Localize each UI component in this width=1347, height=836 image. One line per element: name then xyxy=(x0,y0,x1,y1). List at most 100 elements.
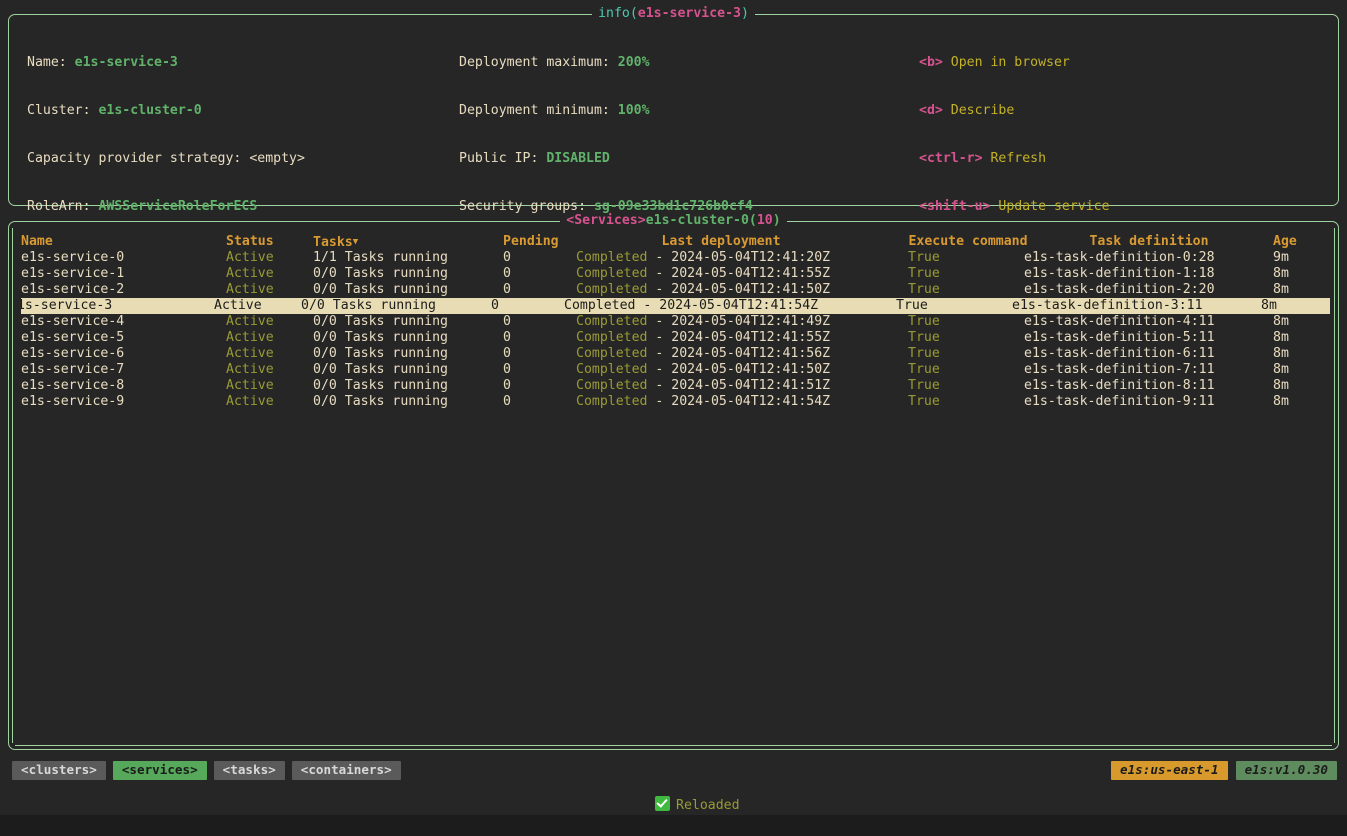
cell-execute-command: True xyxy=(908,346,1028,362)
cell-last-deployment: Completed - 2024-05-04T12:41:51Z xyxy=(576,378,866,394)
shortcut-open-in-browser[interactable]: <b> Open in browser xyxy=(919,55,1276,71)
info-row-deployment-maximum: Deployment maximum: 200% xyxy=(459,55,856,71)
cell-tasks: 0/0 Tasks running xyxy=(313,394,478,410)
cell-last-deployment: Completed - 2024-05-04T12:41:56Z xyxy=(576,346,866,362)
cell-last-deployment: Completed - 2024-05-04T12:41:50Z xyxy=(576,362,866,378)
column-header-pending[interactable]: Pending xyxy=(503,234,563,250)
cell-execute-command: True xyxy=(896,298,1016,314)
cell-status: Active xyxy=(226,330,316,346)
cell-pending: 0 xyxy=(503,362,563,378)
cell-service-name: e1s-service-4 xyxy=(21,314,221,330)
cell-service-name: e1s-service-5 xyxy=(21,330,221,346)
shortcut-refresh[interactable]: <ctrl-r> Refresh xyxy=(919,151,1276,167)
cell-age: 8m xyxy=(1273,378,1330,394)
cell-pending: 0 xyxy=(503,378,563,394)
info-row-rolearn: RoleArn: AWSServiceRoleForECS xyxy=(27,199,353,215)
info-title-service-name: e1s-service-3 xyxy=(638,6,741,21)
cell-service-name: e1s-service-2 xyxy=(21,282,221,298)
cell-last-deployment: Completed - 2024-05-04T12:41:55Z xyxy=(576,330,866,346)
table-row[interactable]: e1s-service-6 Active 0/0 Tasks running 0… xyxy=(21,346,1330,362)
cell-age: 8m xyxy=(1273,314,1330,330)
info-row-deployment-minimum: Deployment minimum: 100% xyxy=(459,103,856,119)
cell-service-name: e1s-service-3 xyxy=(21,298,209,314)
cell-age: 8m xyxy=(1273,330,1330,346)
cell-service-name: e1s-service-9 xyxy=(21,394,221,410)
cell-task-definition: e1s-task-definition-3:11 xyxy=(1012,298,1262,314)
cell-pending: 0 xyxy=(503,330,563,346)
cell-last-deployment: Completed - 2024-05-04T12:41:54Z xyxy=(564,298,854,314)
info-title-prefix: info( xyxy=(598,6,638,21)
info-panel-title: info(e1s-service-3) xyxy=(9,6,1338,22)
cell-status: Active xyxy=(226,266,316,282)
cell-execute-command: True xyxy=(908,250,1028,266)
cell-task-definition: e1s-task-definition-8:11 xyxy=(1024,378,1274,394)
column-header-execute-command[interactable]: Execute command xyxy=(908,234,1028,250)
table-row[interactable]: e1s-service-2 Active 0/0 Tasks running 0… xyxy=(21,282,1330,298)
shortcut-describe[interactable]: <d> Describe xyxy=(919,103,1276,119)
column-header-last-deployment[interactable]: Last deployment xyxy=(576,234,866,250)
cell-pending: 0 xyxy=(503,394,563,410)
cell-pending: 0 xyxy=(491,298,551,314)
cell-age: 8m xyxy=(1261,298,1321,314)
cell-pending: 0 xyxy=(503,266,563,282)
cell-tasks: 1/1 Tasks running xyxy=(313,250,478,266)
cell-pending: 0 xyxy=(503,314,563,330)
cell-service-name: e1s-service-8 xyxy=(21,378,221,394)
cell-last-deployment: Completed - 2024-05-04T12:41:54Z xyxy=(576,394,866,410)
table-row[interactable]: e1s-service-1 Active 0/0 Tasks running 0… xyxy=(21,266,1330,282)
cell-status: Active xyxy=(226,250,316,266)
cell-status: Active xyxy=(226,394,316,410)
cell-execute-command: True xyxy=(908,362,1028,378)
info-title-suffix: ) xyxy=(741,6,749,21)
column-header-tasks[interactable]: Tasks▼ xyxy=(313,234,478,251)
column-header-age[interactable]: Age xyxy=(1273,234,1330,250)
cell-service-name: e1s-service-7 xyxy=(21,362,221,378)
cell-service-name: e1s-service-1 xyxy=(21,266,221,282)
cell-task-definition: e1s-task-definition-9:11 xyxy=(1024,394,1274,410)
cell-execute-command: True xyxy=(908,314,1028,330)
cell-pending: 0 xyxy=(503,282,563,298)
column-header-task-definition[interactable]: Task definition xyxy=(1024,234,1274,250)
check-mark-icon xyxy=(655,796,670,811)
cell-pending: 0 xyxy=(503,250,563,266)
table-row[interactable]: e1s-service-8 Active 0/0 Tasks running 0… xyxy=(21,378,1330,394)
column-header-status[interactable]: Status xyxy=(226,234,316,250)
cell-task-definition: e1s-task-definition-0:28 xyxy=(1024,250,1274,266)
cell-last-deployment: Completed - 2024-05-04T12:41:50Z xyxy=(576,282,866,298)
shortcut-update-service[interactable]: <shift-u> Update service xyxy=(919,199,1276,215)
table-row[interactable]: e1s-service-7 Active 0/0 Tasks running 0… xyxy=(21,362,1330,378)
info-row-cluster: Cluster: e1s-cluster-0 xyxy=(27,103,353,119)
cell-tasks: 0/0 Tasks running xyxy=(313,266,478,282)
cell-age: 8m xyxy=(1273,362,1330,378)
cell-pending: 0 xyxy=(503,346,563,362)
cell-last-deployment: Completed - 2024-05-04T12:41:49Z xyxy=(576,314,866,330)
cell-tasks: 0/0 Tasks running xyxy=(313,362,478,378)
cell-tasks: 0/0 Tasks running xyxy=(313,378,478,394)
cell-status: Active xyxy=(226,282,316,298)
cell-age: 8m xyxy=(1273,266,1330,282)
table-row[interactable]: e1s-service-4 Active 0/0 Tasks running 0… xyxy=(21,314,1330,330)
column-header-name[interactable]: Name xyxy=(21,234,221,250)
cell-task-definition: e1s-task-definition-2:20 xyxy=(1024,282,1274,298)
info-row-capacity-provider-strategy: Capacity provider strategy: <empty> xyxy=(27,151,353,167)
table-row[interactable]: e1s-service-5 Active 0/0 Tasks running 0… xyxy=(21,330,1330,346)
cell-status: Active xyxy=(214,298,304,314)
table-row[interactable]: e1s-service-0 Active 1/1 Tasks running 0… xyxy=(21,250,1330,266)
panel-inner-right-rule xyxy=(1334,228,1335,743)
cell-task-definition: e1s-task-definition-4:11 xyxy=(1024,314,1274,330)
cell-execute-command: True xyxy=(908,266,1028,282)
cell-status: Active xyxy=(226,314,316,330)
cell-age: 8m xyxy=(1273,346,1330,362)
cell-tasks: 0/0 Tasks running xyxy=(313,346,478,362)
services-table-panel: <Services>e1s-cluster-0(10) Name Status … xyxy=(8,221,1339,750)
cell-status: Active xyxy=(226,346,316,362)
panel-inner-bottom-rule xyxy=(15,745,1332,746)
cell-age: 9m xyxy=(1273,250,1330,266)
cell-last-deployment: Completed - 2024-05-04T12:41:55Z xyxy=(576,266,866,282)
table-row-selected[interactable]: e1s-service-3 Active 0/0 Tasks running 0… xyxy=(21,298,1330,314)
cell-execute-command: True xyxy=(908,330,1028,346)
cell-service-name: e1s-service-6 xyxy=(21,346,221,362)
terminal-app: info(e1s-service-3) Name: e1s-service-3 … xyxy=(0,0,1347,815)
column-header-tasks-label: Tasks xyxy=(313,235,353,250)
table-row[interactable]: e1s-service-9 Active 0/0 Tasks running 0… xyxy=(21,394,1330,410)
